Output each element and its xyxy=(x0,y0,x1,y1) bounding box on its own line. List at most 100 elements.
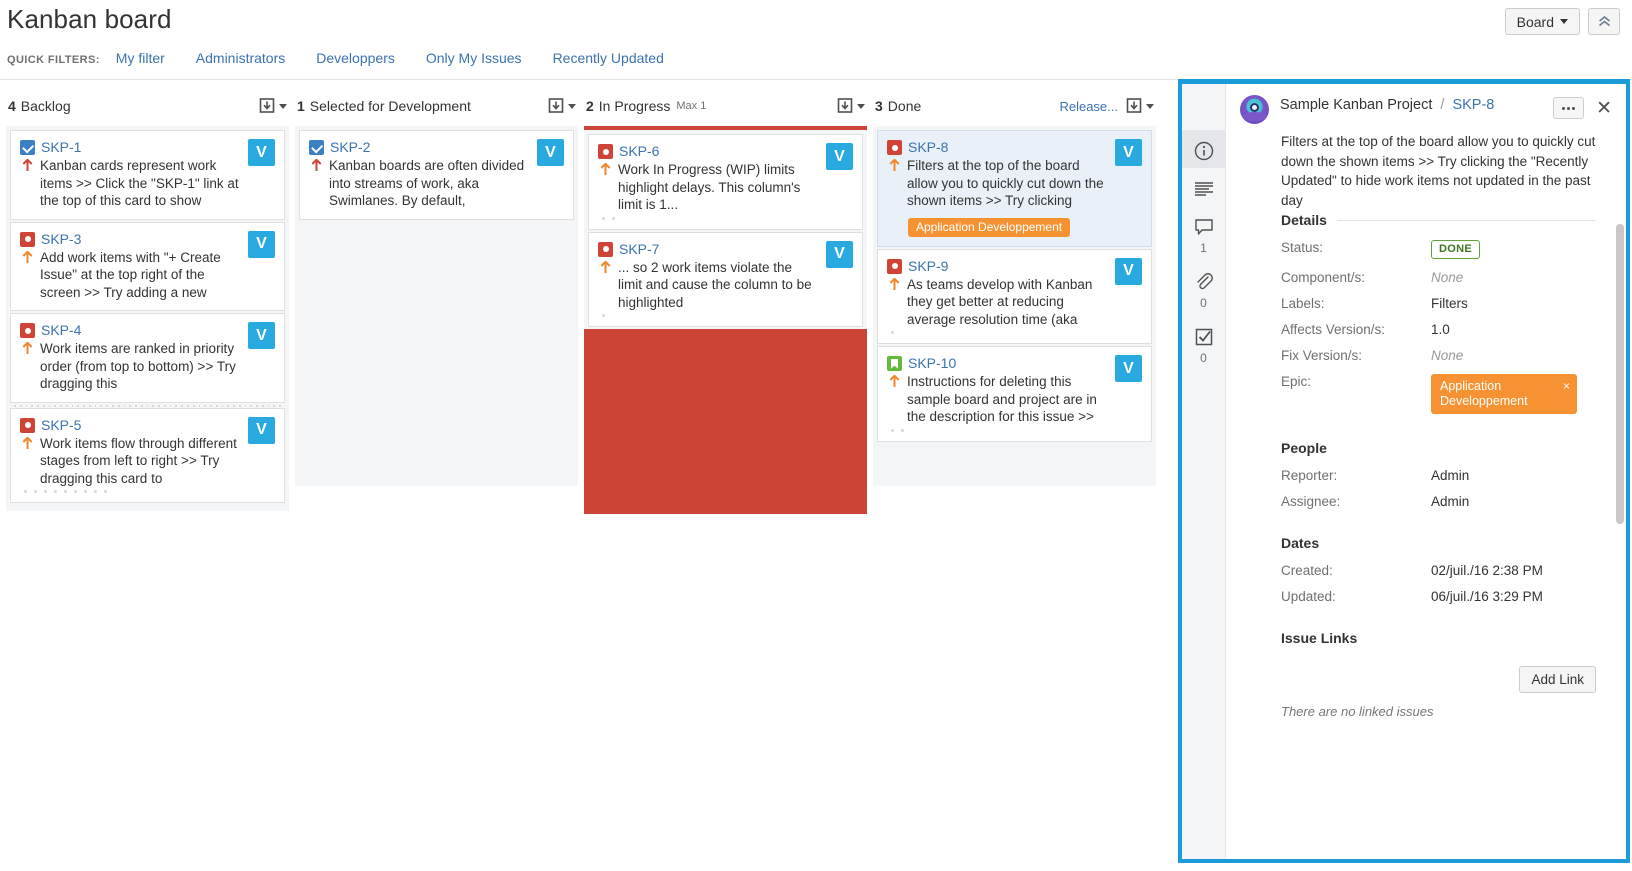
scrollbar-thumb[interactable] xyxy=(1616,224,1624,524)
chevron-down-icon[interactable] xyxy=(857,103,865,109)
kanban-board-page: Kanban board Board QUICK FILTERS: My fil… xyxy=(0,0,1632,871)
labels-value: Filters xyxy=(1431,296,1468,311)
card-drag-dots xyxy=(887,426,1141,432)
assignee-avatar[interactable]: V xyxy=(248,322,275,349)
rail-attachment[interactable]: 0 xyxy=(1182,261,1226,316)
rail-info[interactable] xyxy=(1181,130,1226,168)
column-menu-icon[interactable] xyxy=(1126,97,1142,115)
assignee-value[interactable]: Admin xyxy=(1431,494,1596,509)
issue-key-link[interactable]: SKP-10 xyxy=(908,355,956,371)
breadcrumb-issue-key[interactable]: SKP-8 xyxy=(1452,97,1494,113)
issue-description: Filters at the top of the board allow yo… xyxy=(1281,134,1596,208)
card-header-row: SKP-9 xyxy=(887,258,1141,274)
bug-type-icon xyxy=(20,323,35,338)
task-type-icon xyxy=(309,140,324,155)
rail-description[interactable] xyxy=(1182,168,1226,206)
card-drag-dots xyxy=(598,214,852,220)
issue-key-link[interactable]: SKP-9 xyxy=(908,258,948,274)
column-menu-icon[interactable] xyxy=(259,97,275,115)
dot-icon xyxy=(84,490,87,493)
issue-key-link[interactable]: SKP-4 xyxy=(41,322,81,338)
collapse-header-button[interactable] xyxy=(1588,8,1620,35)
issue-key-link[interactable]: SKP-1 xyxy=(41,139,81,155)
reporter-value[interactable]: Admin xyxy=(1431,468,1596,483)
rail-checklist[interactable]: 0 xyxy=(1182,316,1226,371)
issue-card[interactable]: SKP-8 Filters at the top of the board all… xyxy=(877,130,1152,247)
description-icon xyxy=(1194,178,1214,200)
quick-filter-developpers[interactable]: Developpers xyxy=(316,50,395,66)
components-value: None xyxy=(1431,270,1464,285)
assignee-avatar[interactable]: V xyxy=(826,240,853,268)
more-actions-button[interactable] xyxy=(1553,97,1585,119)
assignee-avatar[interactable]: V xyxy=(1115,257,1142,285)
issue-card[interactable]: SKP-10 Instructions for deleting this sam… xyxy=(877,346,1152,442)
assignee-avatar[interactable]: V xyxy=(1115,355,1142,382)
issue-summary: Work In Progress (WIP) limits highlight … xyxy=(618,162,801,212)
issue-card[interactable]: SKP-5 Work items flow through different s… xyxy=(10,407,285,503)
assignee-avatar[interactable]: V xyxy=(248,139,275,166)
assignee-avatar[interactable]: V xyxy=(537,139,564,166)
issue-links-title-text: Issue Links xyxy=(1281,630,1358,646)
issue-card[interactable]: SKP-6 Work In Progress (WIP) limits highl… xyxy=(588,134,863,230)
rail-comment[interactable]: 1 xyxy=(1182,206,1226,261)
quick-filter-recently-updated[interactable]: Recently Updated xyxy=(553,50,664,66)
column-menu-icon[interactable] xyxy=(548,97,564,115)
issue-card[interactable]: SKP-2 Kanban boards are often divided int… xyxy=(299,130,574,220)
assignee-avatar[interactable]: V xyxy=(248,230,275,258)
column-body: SKP-2 Kanban boards are often divided int… xyxy=(295,126,578,486)
issue-key-link[interactable]: SKP-5 xyxy=(41,417,81,433)
assignee-avatar[interactable]: V xyxy=(1115,139,1142,166)
issue-card[interactable]: SKP-4 Work items are ranked in priority o… xyxy=(10,313,285,403)
labels-label: Labels: xyxy=(1281,296,1325,311)
issue-key-link[interactable]: SKP-8 xyxy=(908,139,948,155)
priority-high-icon xyxy=(20,342,34,355)
chevron-down-icon[interactable] xyxy=(568,103,576,109)
card-drag-dots xyxy=(598,311,852,317)
dates-title-text: Dates xyxy=(1281,535,1320,551)
board-menu-label: Board xyxy=(1516,13,1554,30)
close-icon[interactable]: ✕ xyxy=(1596,99,1612,118)
issue-card[interactable]: SKP-3 Add work items with "+ Create Issue… xyxy=(10,221,285,311)
card-header-row: SKP-10 xyxy=(887,355,1141,371)
assignee-avatar[interactable]: V xyxy=(248,416,275,444)
release-link[interactable]: Release... xyxy=(1059,99,1118,114)
affects-version-label: Affects Version/s: xyxy=(1281,322,1386,337)
assignee-avatar[interactable]: V xyxy=(826,143,853,170)
epic-badge[interactable]: Application Developpement xyxy=(908,217,1071,237)
issue-key-link[interactable]: SKP-6 xyxy=(619,143,659,159)
card-summary-row: Work items flow through different stages… xyxy=(20,435,274,488)
epic-remove-icon[interactable]: × xyxy=(1563,379,1570,394)
priority-highest-icon xyxy=(309,159,323,172)
card-header-row: SKP-2 xyxy=(309,139,563,155)
add-link-button[interactable]: Add Link xyxy=(1519,666,1596,693)
issue-key-link[interactable]: SKP-3 xyxy=(41,231,81,247)
quick-filter-administrators[interactable]: Administrators xyxy=(196,50,285,66)
issue-card[interactable]: SKP-9 As teams develop with Kanban they g… xyxy=(877,248,1152,344)
issue-detail-header: Sample Kanban Project / SKP-8 ✕ xyxy=(1226,84,1626,124)
card-summary-row: Kanban cards represent work items >> Cli… xyxy=(20,157,274,210)
issue-card[interactable]: SKP-7 ... so 2 work items violate the lim… xyxy=(588,231,863,327)
column-name: Selected for Development xyxy=(309,98,471,114)
chevron-down-icon[interactable] xyxy=(1146,103,1154,109)
issue-card[interactable]: SKP-1 Kanban cards represent work items >… xyxy=(10,130,285,220)
issue-key-link[interactable]: SKP-2 xyxy=(330,139,370,155)
column-menu-icon[interactable] xyxy=(837,97,853,115)
chevron-down-icon xyxy=(1560,19,1568,24)
chevron-down-icon[interactable] xyxy=(279,103,287,109)
card-header-row: SKP-4 xyxy=(20,322,274,338)
quick-filter-only-my-issues[interactable]: Only My Issues xyxy=(426,50,522,66)
column-body: SKP-1 Kanban cards represent work items >… xyxy=(6,126,289,511)
breadcrumb-project[interactable]: Sample Kanban Project xyxy=(1280,97,1432,113)
panel-scrollbar[interactable] xyxy=(1616,224,1624,524)
bug-type-icon xyxy=(598,144,613,159)
issue-key-link[interactable]: SKP-7 xyxy=(619,241,659,257)
board-menu-button[interactable]: Board xyxy=(1504,8,1580,35)
header-actions: Board xyxy=(1504,8,1620,35)
dot-icon xyxy=(44,490,47,493)
issue-summary: Instructions for deleting this sample bo… xyxy=(907,374,1097,424)
quick-filter-my-filter[interactable]: My filter xyxy=(116,50,165,66)
epic-chip[interactable]: Application Developpement × xyxy=(1431,374,1577,414)
chevron-up-icon xyxy=(1598,16,1610,27)
reporter-label: Reporter: xyxy=(1281,468,1338,483)
card-summary-row: Add work items with "+ Create Issue" at … xyxy=(20,249,274,302)
